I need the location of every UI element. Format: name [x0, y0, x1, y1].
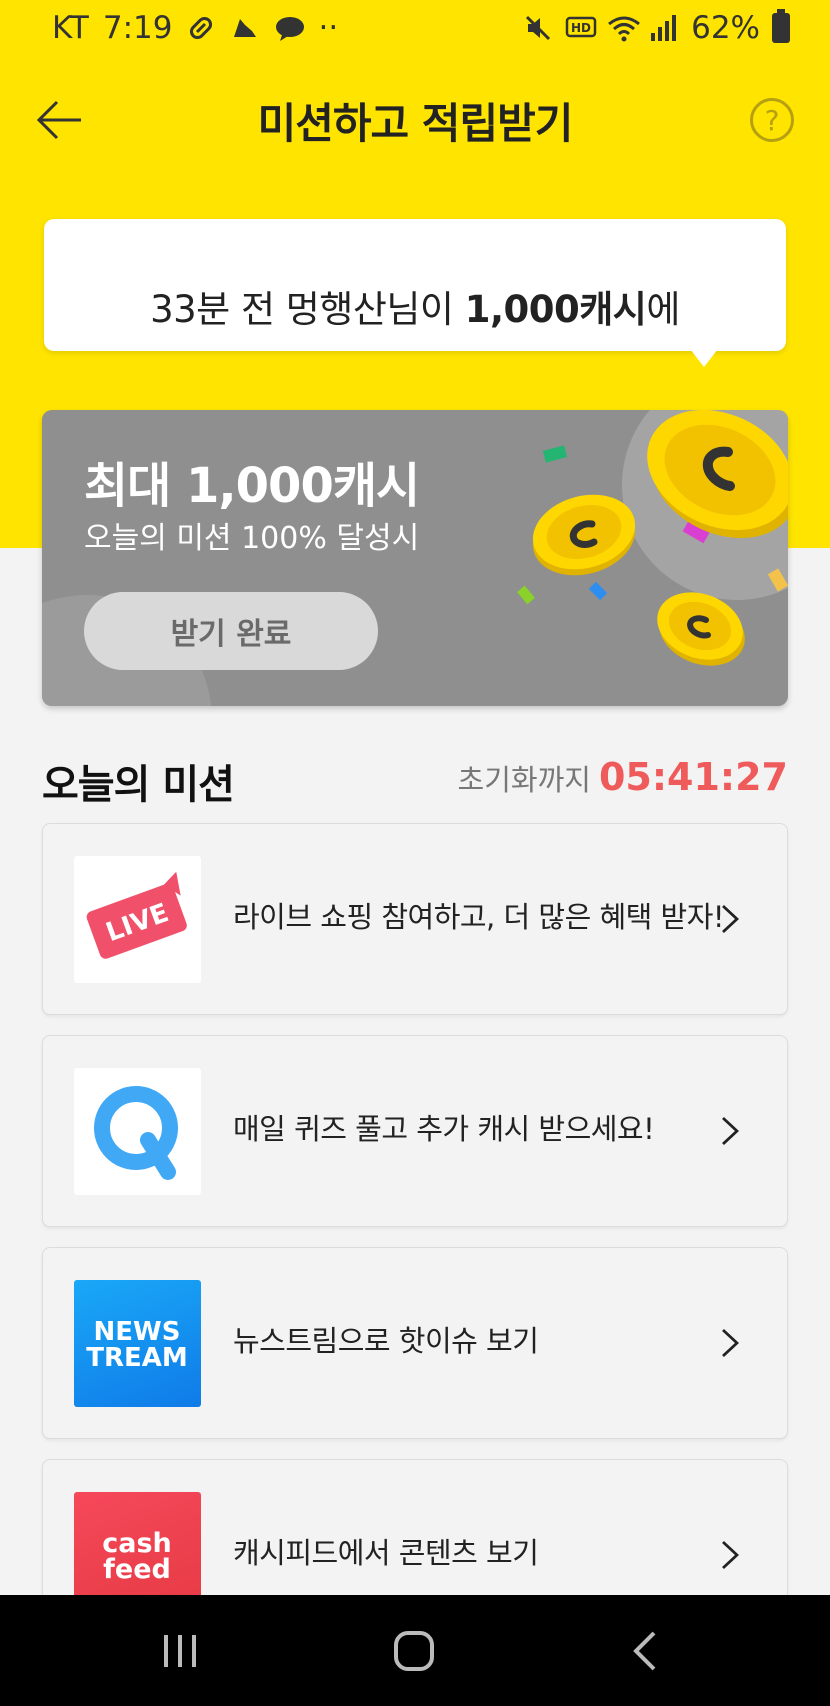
system-back-button[interactable]	[624, 1629, 668, 1673]
home-button[interactable]	[392, 1629, 436, 1673]
recent-apps-icon	[164, 1635, 196, 1667]
quiz-thumbnail	[74, 1068, 201, 1195]
signal-icon	[649, 13, 679, 43]
app-header: 미션하고 적립받기 ?	[0, 80, 830, 160]
notice-amount: 1,000캐시	[464, 288, 647, 331]
arrow-left-icon	[36, 100, 81, 140]
mission-label: 라이브 쇼핑 참여하고, 더 많은 혜택 받자!	[233, 900, 725, 934]
chat-icon	[274, 13, 305, 43]
status-bar: KT 7:19 ·· HD 62%	[0, 0, 830, 56]
mission-label: 뉴스트림으로 핫이슈 보기	[233, 1324, 539, 1358]
battery-icon	[772, 9, 790, 43]
newstream-logo-line2: TREAM	[86, 1343, 188, 1373]
chevron-right-icon	[722, 1116, 739, 1146]
reward-notice-text: 33분 전 멍행산님이 1,000캐시에	[44, 279, 786, 333]
reset-timer: 05:41:27	[598, 755, 788, 799]
mission-item-newstream[interactable]: NEWS TREAM 뉴스트림으로 핫이슈 보기	[42, 1247, 788, 1439]
mission-label: 매일 퀴즈 풀고 추가 캐시 받으세요!	[233, 1112, 655, 1146]
cashfeed-logo-line2: feed	[103, 1554, 171, 1585]
notice-suffix: 에	[646, 288, 680, 331]
reset-label: 초기화까지	[457, 763, 591, 797]
mute-icon	[523, 13, 553, 43]
newstream-logo-icon: NEWS TREAM	[86, 1317, 188, 1373]
live-badge-icon: LIVE	[86, 871, 187, 959]
notice-prefix: 33분 전 멍행산님이	[150, 288, 465, 331]
coins-illustration	[517, 410, 788, 666]
pill-icon	[186, 13, 216, 43]
banner-title: 최대 1,000캐시	[84, 458, 420, 514]
page-title: 미션하고 적립받기	[257, 98, 574, 148]
banner-subtitle: 오늘의 미션 100% 달성시	[84, 521, 420, 556]
live-shopping-thumbnail: LIVE	[74, 856, 201, 983]
hd-call-icon: HD	[565, 13, 597, 43]
carrier-label: KT	[52, 10, 89, 46]
back-chevron-icon	[633, 1631, 656, 1671]
back-button[interactable]	[34, 98, 84, 142]
recent-apps-button[interactable]	[158, 1629, 202, 1673]
question-icon: ?	[764, 103, 780, 137]
claim-complete-button[interactable]: 받기 완료	[84, 592, 378, 670]
battery-percent: 62%	[691, 10, 760, 46]
reward-notice-bubble: 33분 전 멍행산님이 1,000캐시에	[44, 219, 786, 351]
help-button[interactable]: ?	[750, 98, 794, 142]
more-notifications: ··	[318, 10, 339, 46]
chevron-right-icon	[722, 1540, 739, 1570]
mission-label: 캐시피드에서 콘텐츠 보기	[233, 1536, 539, 1570]
mission-item-live-shopping[interactable]: LIVE 라이브 쇼핑 참여하고, 더 많은 혜택 받자!	[42, 823, 788, 1015]
sneaker-icon	[230, 13, 260, 43]
reward-banner: 최대 1,000캐시 오늘의 미션 100% 달성시 받기 완료	[42, 410, 788, 706]
bubble-tail	[690, 349, 718, 367]
missions-title: 오늘의 미션	[42, 762, 235, 808]
chevron-right-icon	[722, 1328, 739, 1358]
reset-countdown: 초기화까지 05:41:27	[458, 755, 788, 799]
home-icon	[394, 1631, 434, 1671]
mission-item-daily-quiz[interactable]: 매일 퀴즈 풀고 추가 캐시 받으세요!	[42, 1035, 788, 1227]
system-navigation-bar	[0, 1595, 830, 1706]
quiz-q-icon	[94, 1086, 178, 1180]
wifi-icon	[607, 13, 641, 43]
chevron-right-icon	[722, 904, 739, 934]
clock: 7:19	[102, 10, 173, 46]
newstream-thumbnail: NEWS TREAM	[74, 1280, 201, 1407]
svg-text:HD: HD	[571, 21, 591, 35]
